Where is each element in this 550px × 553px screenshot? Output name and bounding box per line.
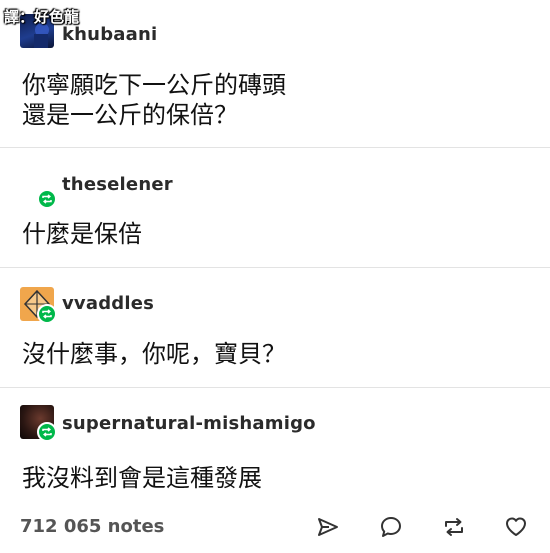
post-text: 沒什麼事，你呢，寶貝？ — [22, 340, 286, 368]
reblog-badge-icon — [37, 422, 57, 442]
username[interactable]: khubaani — [62, 24, 157, 45]
reblog-badge-icon — [37, 189, 57, 209]
post-footer: 712 065 notes — [0, 505, 550, 549]
share-icon[interactable] — [314, 513, 342, 541]
avatar[interactable] — [20, 405, 57, 442]
reblog-icon[interactable] — [440, 513, 468, 541]
post-text: 我沒料到會是這種發展 — [22, 464, 262, 492]
post-vvaddles: vvaddles 沒什麼事，你呢，寶貝？ — [0, 267, 550, 388]
notes-count[interactable]: 712 065 notes — [20, 516, 164, 537]
reblog-badge-icon — [37, 304, 57, 324]
comment-icon[interactable] — [377, 513, 405, 541]
avatar[interactable] — [20, 172, 57, 209]
avatar[interactable] — [20, 287, 57, 324]
post-text: 你寧願吃下一公斤的磚頭 還是一公斤的保倍？ — [22, 71, 286, 129]
post-theselener: theselener 什麼是保倍 — [0, 147, 550, 268]
username[interactable]: theselener — [62, 174, 173, 195]
translator-watermark: 譯：好色龍 — [4, 8, 80, 26]
like-icon[interactable] — [502, 513, 530, 541]
post-supernatural-mishamigo: supernatural-mishamigo 我沒料到會是這種發展 — [0, 387, 550, 505]
post-khubaani: khubaani 你寧願吃下一公斤的磚頭 還是一公斤的保倍？ — [0, 0, 550, 148]
username[interactable]: supernatural-mishamigo — [62, 413, 316, 434]
post-text: 什麼是保倍 — [22, 220, 142, 248]
username[interactable]: vvaddles — [62, 293, 154, 314]
